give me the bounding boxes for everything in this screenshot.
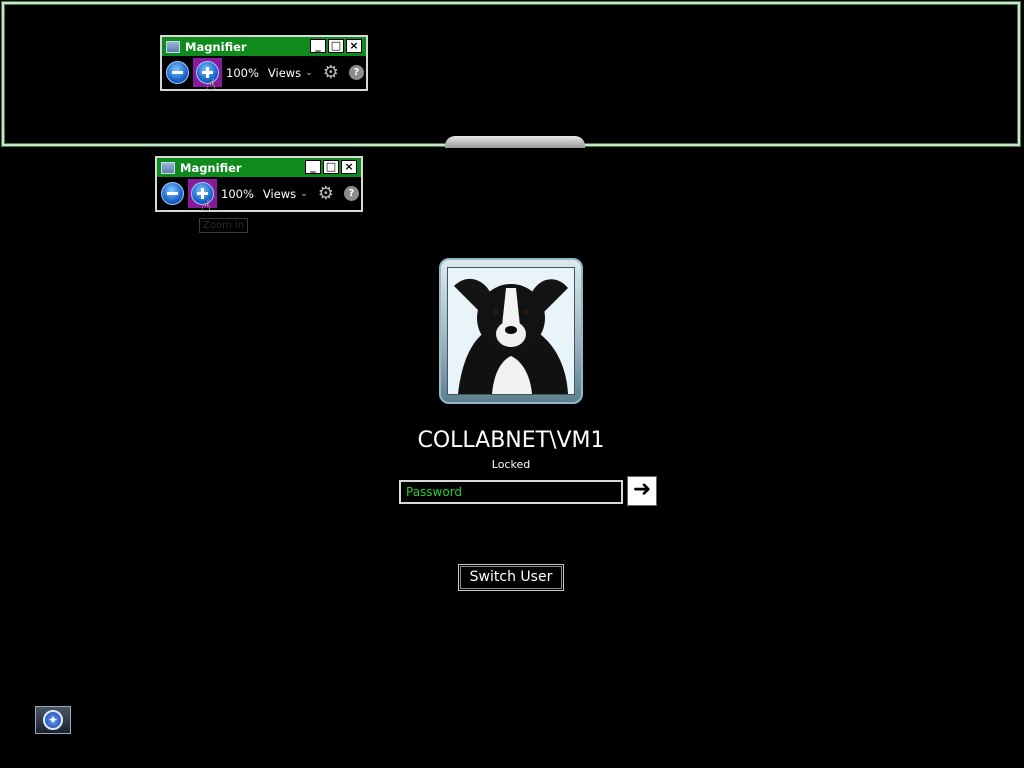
gear-icon[interactable]: ⚙	[318, 184, 334, 203]
magnifier-title: Magnifier	[180, 160, 242, 175]
magnifier-toolbar: ☝ 100% Views ⌄ ⚙ ?	[157, 177, 361, 215]
magnifier-title: Magnifier	[185, 39, 247, 54]
gear-icon[interactable]: ⚙	[323, 63, 339, 82]
minimize-button[interactable]: _	[310, 39, 326, 53]
account-username: COLLABNET\VM1	[417, 428, 605, 453]
hand-cursor-icon: ☝	[206, 75, 216, 94]
chevron-down-icon: ⌄	[305, 67, 313, 78]
magnifier-title-bar[interactable]: Magnifier _ □ ×	[162, 37, 366, 56]
zoom-out-button[interactable]	[166, 61, 189, 84]
zoom-level: 100%	[221, 186, 254, 201]
avatar	[447, 267, 575, 395]
password-field[interactable]	[399, 480, 623, 504]
views-menu[interactable]: Views ⌄	[263, 187, 308, 201]
magnifier-dock-handle[interactable]	[445, 136, 585, 148]
account-status: Locked	[491, 458, 531, 471]
magnifier-app-icon	[161, 161, 175, 174]
switch-user-button[interactable]: Switch User	[458, 564, 564, 591]
lock-screen: Magnifier _ □ × ☝ 100% Views ⌄ ⚙ ? Magni…	[0, 0, 1024, 768]
zoom-in-highlight[interactable]: ☝	[193, 58, 222, 94]
close-button[interactable]: ×	[346, 39, 362, 53]
hand-cursor-icon: ☝	[201, 196, 211, 215]
zoom-out-button[interactable]	[161, 182, 184, 205]
close-button[interactable]: ×	[341, 160, 357, 174]
magnifier-toolbar: ☝ 100% Views ⌄ ⚙ ?	[162, 56, 366, 94]
minus-icon	[167, 192, 178, 195]
maximize-button[interactable]: □	[323, 160, 339, 174]
maximize-button[interactable]: □	[328, 39, 344, 53]
views-label: Views	[262, 186, 297, 201]
magnifier-docked-view	[2, 2, 1020, 146]
magnifier-title-bar[interactable]: Magnifier _ □ ×	[157, 158, 361, 177]
magnifier-window-magnified: Magnifier _ □ × ☝ 100% Views ⌄ ⚙ ?	[160, 35, 368, 94]
zoom-in-highlight[interactable]: ☝	[188, 179, 217, 215]
views-menu[interactable]: Views ⌄	[268, 66, 313, 80]
ease-of-access-glyph: ✦	[47, 713, 59, 727]
minus-icon	[172, 71, 183, 74]
magnifier-window: Magnifier _ □ × ☝ 100% Views ⌄ ⚙ ?	[155, 156, 363, 215]
submit-arrow-button[interactable]: ➜	[627, 476, 657, 506]
help-icon[interactable]: ?	[348, 65, 364, 80]
minimize-button[interactable]: _	[305, 160, 321, 174]
zoom-level: 100%	[226, 65, 259, 80]
user-avatar-frame	[439, 258, 583, 404]
chevron-down-icon: ⌄	[300, 188, 308, 199]
views-label: Views	[267, 65, 302, 80]
help-icon[interactable]: ?	[343, 186, 359, 201]
arrow-right-icon: ➜	[632, 477, 652, 502]
dog-photo-icon	[448, 268, 574, 394]
ease-of-access-icon: ✦	[43, 710, 63, 730]
zoom-in-tooltip: Zoom in	[199, 218, 249, 233]
magnifier-app-icon	[166, 40, 180, 53]
ease-of-access-button[interactable]: ✦	[35, 706, 71, 734]
